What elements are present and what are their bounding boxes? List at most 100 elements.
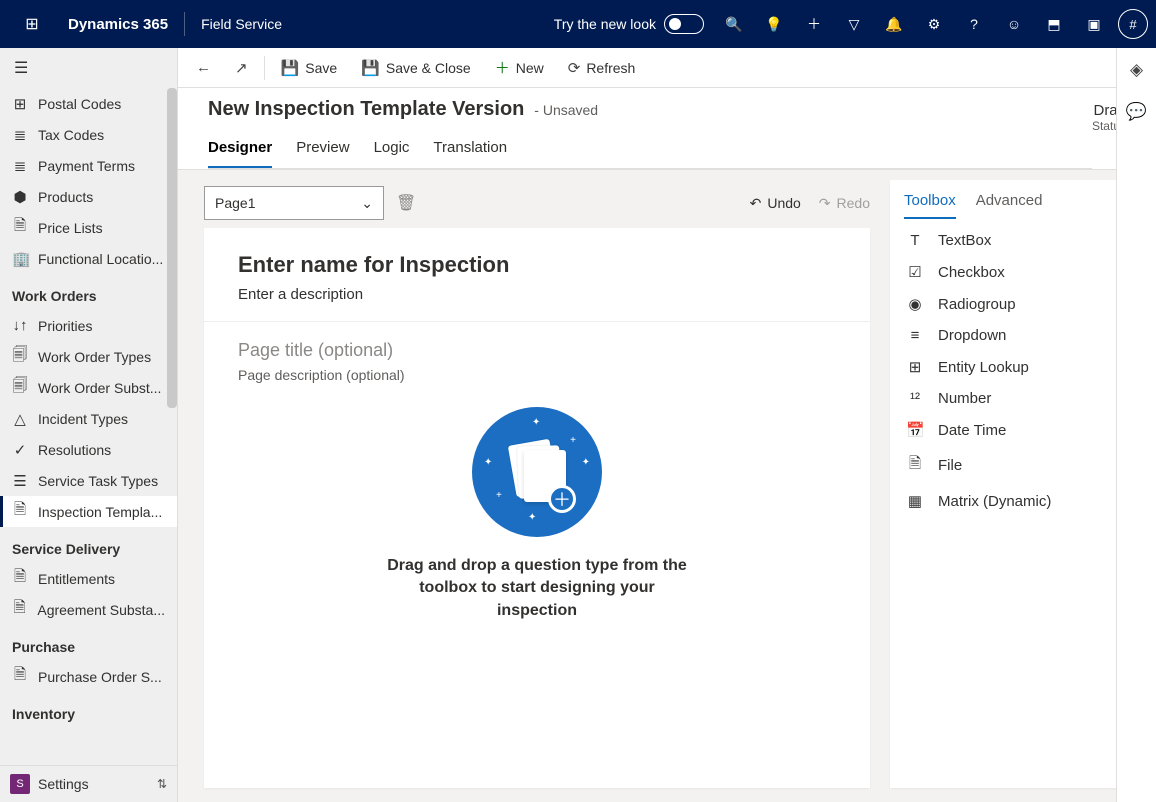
search-icon[interactable]: 🔍 xyxy=(714,0,754,48)
try-label: Try the new look xyxy=(554,16,656,32)
toolbox-item-radiogroup[interactable]: ◉Radiogroup xyxy=(890,288,1130,320)
command-bar: ← ↗ 💾Save 💾Save & Close ＋New ⟳Refresh xyxy=(178,48,1156,88)
chat-icon[interactable]: 💬 xyxy=(1126,102,1147,122)
teams-icon[interactable]: ⬒ xyxy=(1034,0,1074,48)
sidebar-item-functional-locations[interactable]: 🏢Functional Locatio... xyxy=(0,243,177,274)
panel-icon[interactable]: ▣ xyxy=(1074,0,1114,48)
tab-preview[interactable]: Preview xyxy=(296,139,349,168)
divider xyxy=(264,56,265,80)
brand-label[interactable]: Dynamics 365 xyxy=(56,16,180,33)
page-title: New Inspection Template Version xyxy=(208,98,524,120)
building-icon: 🏢 xyxy=(12,250,28,268)
unsaved-indicator: - Unsaved xyxy=(534,102,598,118)
plus-icon: ＋ xyxy=(495,57,510,78)
toolbox-item-datetime[interactable]: 📅Date Time xyxy=(890,414,1130,446)
toolbox-item-textbox[interactable]: TTextBox xyxy=(890,225,1130,256)
doc-icon: 🗐 xyxy=(12,344,28,369)
sidebar-item-service-task-types[interactable]: ☰Service Task Types xyxy=(0,465,177,496)
toolbox-item-entity-lookup[interactable]: ⊞Entity Lookup xyxy=(890,351,1130,383)
toolbox-tab-advanced[interactable]: Advanced xyxy=(976,192,1043,219)
sidebar-item-inspection-templates[interactable]: 🗎Inspection Templa... xyxy=(0,496,177,527)
copilot-icon[interactable]: ◈ xyxy=(1130,60,1143,80)
save-button[interactable]: 💾Save xyxy=(271,52,348,84)
smile-icon[interactable]: ☺ xyxy=(994,0,1034,48)
sidebar-item-wo-substatus[interactable]: 🗐Work Order Subst... xyxy=(0,372,177,403)
save-close-button[interactable]: 💾Save & Close xyxy=(351,52,481,84)
sort-icon: ↓↑ xyxy=(12,317,28,334)
new-button[interactable]: ＋New xyxy=(485,52,554,84)
plus-icon[interactable]: ＋ xyxy=(794,0,834,48)
doc-icon: 🗐 xyxy=(12,375,28,400)
doc-icon: 🗎 xyxy=(12,499,28,524)
sidebar-item-products[interactable]: ⬢Products xyxy=(0,181,177,212)
open-record-button[interactable]: ↗ xyxy=(225,52,258,84)
toolbox-item-number[interactable]: ¹²Number xyxy=(890,383,1130,414)
toolbox-item-checkbox[interactable]: ☑Checkbox xyxy=(890,256,1130,288)
app-name[interactable]: Field Service xyxy=(189,16,294,32)
file-icon: 🗎 xyxy=(906,453,924,478)
number-icon: ¹² xyxy=(906,390,924,407)
grid-icon: ⊞ xyxy=(12,95,28,113)
undo-icon: ↶ xyxy=(750,195,762,212)
bell-icon[interactable]: 🔔 xyxy=(874,0,914,48)
open-icon: ↗ xyxy=(235,59,248,77)
sidebar-item-price-lists[interactable]: 🗎Price Lists xyxy=(0,212,177,243)
sidebar-item-incident-types[interactable]: △Incident Types xyxy=(0,403,177,434)
filter-icon[interactable]: ▽ xyxy=(834,0,874,48)
sidebar-item-wo-types[interactable]: 🗐Work Order Types xyxy=(0,341,177,372)
help-icon[interactable]: ? xyxy=(954,0,994,48)
scrollbar[interactable] xyxy=(167,88,177,408)
sidebar-item-tax-codes[interactable]: ≣Tax Codes xyxy=(0,119,177,150)
refresh-button[interactable]: ⟳Refresh xyxy=(558,52,646,84)
sidebar-area-switcher[interactable]: S Settings ⇅ xyxy=(0,765,177,802)
check-icon: ✓ xyxy=(12,441,28,459)
plus-icon: ＋ xyxy=(548,485,576,513)
page-title-input[interactable]: Page title (optional) xyxy=(238,340,836,361)
doc-icon: 🗎 xyxy=(12,664,28,689)
chevron-down-icon: ⌄ xyxy=(361,195,373,212)
sidebar-item-agreement-substatus[interactable]: 🗎Agreement Substa... xyxy=(0,594,177,625)
tab-translation[interactable]: Translation xyxy=(433,139,507,168)
warning-icon: △ xyxy=(12,410,28,428)
redo-button[interactable]: ↷Redo xyxy=(819,195,870,212)
hamburger-icon[interactable]: ☰ xyxy=(0,48,177,88)
try-new-look[interactable]: Try the new look xyxy=(554,14,704,34)
avatar[interactable]: # xyxy=(1118,9,1148,39)
top-nav: ⊞ Dynamics 365 Field Service Try the new… xyxy=(0,0,1156,48)
doc-icon: 🗎 xyxy=(12,566,28,591)
tab-logic[interactable]: Logic xyxy=(374,139,410,168)
tab-designer[interactable]: Designer xyxy=(208,139,272,168)
settings-label: Settings xyxy=(38,776,89,792)
gear-icon[interactable]: ⚙ xyxy=(914,0,954,48)
lightbulb-icon[interactable]: 💡 xyxy=(754,0,794,48)
toolbox-item-dropdown[interactable]: ≡Dropdown xyxy=(890,320,1130,351)
delete-page-icon[interactable]: 🗑 xyxy=(396,193,416,213)
sidebar-item-resolutions[interactable]: ✓Resolutions xyxy=(0,434,177,465)
inspection-name-input[interactable]: Enter name for Inspection xyxy=(238,252,836,278)
save-close-icon: 💾 xyxy=(361,59,380,77)
inspection-desc-input[interactable]: Enter a description xyxy=(238,286,836,303)
checkbox-icon: ☑ xyxy=(906,263,924,281)
record-header: New Inspection Template Version - Unsave… xyxy=(178,88,1156,170)
sidebar: ☰ ⊞Postal Codes ≣Tax Codes ≣Payment Term… xyxy=(0,48,178,802)
sidebar-item-entitlements[interactable]: 🗎Entitlements xyxy=(0,563,177,594)
undo-button[interactable]: ↶Undo xyxy=(750,195,801,212)
toggle-icon[interactable] xyxy=(664,14,704,34)
sidebar-item-priorities[interactable]: ↓↑Priorities xyxy=(0,310,177,341)
sidebar-group-service-delivery: Service Delivery xyxy=(0,527,177,563)
toolbox-item-matrix[interactable]: ▦Matrix (Dynamic) xyxy=(890,485,1130,517)
toolbox-item-file[interactable]: 🗎File xyxy=(890,446,1130,485)
sidebar-item-purchase-order[interactable]: 🗎Purchase Order S... xyxy=(0,661,177,692)
toolbox-tab-toolbox[interactable]: Toolbox xyxy=(904,192,956,219)
sidebar-item-payment-terms[interactable]: ≣Payment Terms xyxy=(0,150,177,181)
sidebar-item-postal-codes[interactable]: ⊞Postal Codes xyxy=(0,88,177,119)
settings-badge: S xyxy=(10,774,30,794)
sidebar-group-purchase: Purchase xyxy=(0,625,177,661)
right-rail: ◈ 💬 xyxy=(1116,48,1156,802)
text-icon: T xyxy=(906,232,924,249)
list-icon: ≣ xyxy=(12,157,28,175)
back-button[interactable]: ← xyxy=(186,52,221,84)
app-launcher-icon[interactable]: ⊞ xyxy=(8,14,56,34)
page-desc-input[interactable]: Page description (optional) xyxy=(238,367,836,383)
page-selector[interactable]: Page1 ⌄ xyxy=(204,186,384,220)
